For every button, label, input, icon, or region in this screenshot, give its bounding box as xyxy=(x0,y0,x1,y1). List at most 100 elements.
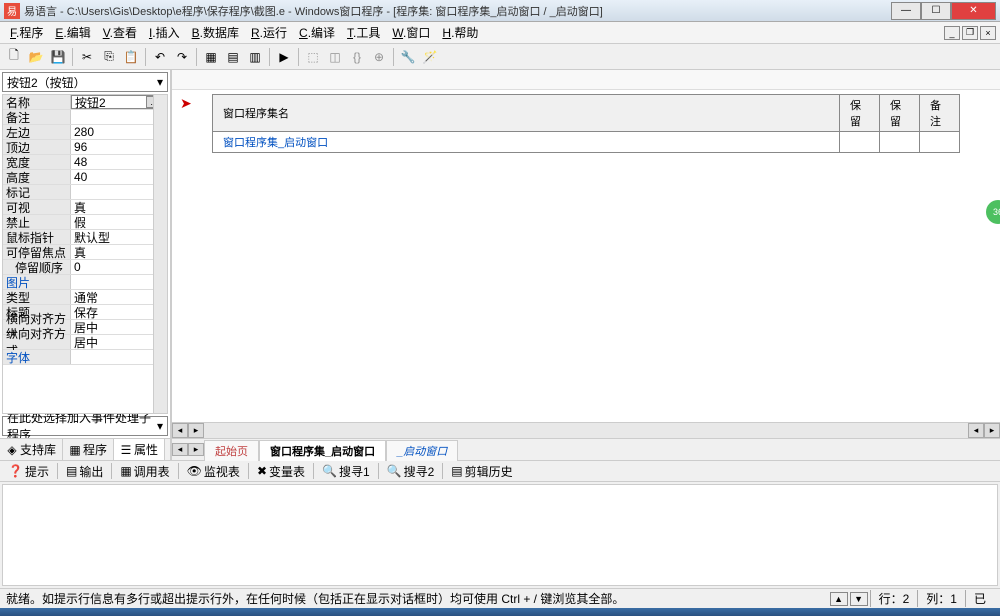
tab-icon: ▦ xyxy=(69,444,81,456)
property-label: 顶边 xyxy=(3,140,71,154)
bottom-tab[interactable]: ▦调用表 xyxy=(116,461,173,482)
menu-item[interactable]: V.查看 xyxy=(97,22,143,43)
bottom-tab[interactable]: 🔍搜寻2 xyxy=(383,461,439,482)
mdi-restore-button[interactable]: ❐ xyxy=(962,26,978,40)
toolbar-button[interactable]: 🔧 xyxy=(398,47,418,67)
bottom-tab[interactable]: 👁监视表 xyxy=(183,461,244,482)
property-label: 可停留焦点 xyxy=(3,245,71,259)
tab-icon: 🔍 xyxy=(387,464,402,478)
table-header: 保 留 xyxy=(840,95,880,132)
property-label: 名称 xyxy=(3,95,71,109)
scroll-left-button[interactable]: ◂ xyxy=(968,423,984,438)
document-tab[interactable]: 起始页 xyxy=(204,440,259,461)
bottom-tab[interactable]: 🔍搜寻1 xyxy=(318,461,374,482)
property-label: 鼠标指针 xyxy=(3,230,71,244)
redo-button[interactable]: ↷ xyxy=(172,47,192,67)
bottom-panel-tabs: ❓提示 ▤输出 ▦调用表 👁监视表 ✖变量表 🔍搜寻1 🔍搜寻2 ▤剪辑历史 xyxy=(0,460,1000,482)
bottom-tab[interactable]: ▤剪辑历史 xyxy=(447,461,516,482)
new-button[interactable]: 🗋 xyxy=(4,47,24,67)
undo-button[interactable]: ↶ xyxy=(150,47,170,67)
toolbar-button[interactable]: {} xyxy=(347,47,367,67)
paste-button[interactable]: 📋 xyxy=(121,47,141,67)
scroll-right-button[interactable]: ▸ xyxy=(984,423,1000,438)
close-button[interactable]: ✕ xyxy=(951,2,996,20)
status-button[interactable]: ▲ xyxy=(830,592,848,606)
bottom-tab[interactable]: ✖变量表 xyxy=(253,461,309,482)
maximize-button[interactable]: ☐ xyxy=(921,2,951,20)
properties-panel: 按钮2（按钮） ▾ 名称按钮2…备注左边280顶边96宽度48高度40标记可视真… xyxy=(0,70,172,460)
tab-icon: ❓ xyxy=(8,464,23,478)
cut-button[interactable]: ✂ xyxy=(77,47,97,67)
toolbar-button[interactable]: ▦ xyxy=(201,47,221,67)
tab-icon: ✖ xyxy=(257,464,267,478)
property-grid[interactable]: 名称按钮2…备注左边280顶边96宽度48高度40标记可视真禁止假鼠标指针默认型… xyxy=(2,94,168,414)
toolbar-separator xyxy=(72,48,73,66)
property-scrollbar[interactable] xyxy=(153,95,167,413)
tab-icon: 🔍 xyxy=(322,464,337,478)
dropdown-arrow-icon: ▾ xyxy=(157,75,163,89)
scroll-right-button[interactable]: ▸ xyxy=(188,423,204,438)
toolbar-button[interactable]: 🪄 xyxy=(420,47,440,67)
property-label: 图片 xyxy=(3,275,71,289)
property-label: 可视 xyxy=(3,200,71,214)
panel-tab[interactable]: ◈支持库 xyxy=(0,439,63,460)
toolbar-button[interactable]: ▥ xyxy=(245,47,265,67)
table-cell[interactable] xyxy=(920,132,960,153)
status-button[interactable]: ▼ xyxy=(850,592,868,606)
main-toolbar: 🗋 📂 💾 ✂ ⎘ 📋 ↶ ↷ ▦ ▤ ▥ ▶ ⬚ ◫ {} ⊕ 🔧 🪄 xyxy=(0,44,1000,70)
toolbar-button[interactable]: ◫ xyxy=(325,47,345,67)
tab-nav-left[interactable]: ◂ xyxy=(172,443,188,456)
toolbar-separator xyxy=(298,48,299,66)
editor-empty-area[interactable] xyxy=(172,157,1000,422)
menu-item[interactable]: E.编辑 xyxy=(49,22,96,43)
scroll-left-button[interactable]: ◂ xyxy=(172,423,188,438)
menu-item[interactable]: H.帮助 xyxy=(436,22,484,43)
cursor-arrow-icon: ➤ xyxy=(180,95,192,112)
document-tab[interactable]: _启动窗口 xyxy=(386,440,458,461)
toolbar-button[interactable]: ▤ xyxy=(223,47,243,67)
menu-item[interactable]: C.编译 xyxy=(293,22,341,43)
tab-icon: ☰ xyxy=(120,444,132,456)
bottom-tab[interactable]: ❓提示 xyxy=(4,461,53,482)
tab-icon: ▤ xyxy=(451,464,462,478)
minimize-button[interactable]: — xyxy=(891,2,921,20)
copy-button[interactable]: ⎘ xyxy=(99,47,119,67)
menu-item[interactable]: F.程序 xyxy=(4,22,49,43)
toolbar-button[interactable]: ⬚ xyxy=(303,47,323,67)
menu-bar: F.程序E.编辑V.查看I.插入B.数据库R.运行C.编译T.工具W.窗口H.帮… xyxy=(0,22,1000,44)
program-set-table[interactable]: 窗口程序集名保 留保 留备 注 窗口程序集_启动窗口 xyxy=(212,94,960,153)
program-set-name[interactable]: 窗口程序集_启动窗口 xyxy=(213,132,840,153)
run-button[interactable]: ▶ xyxy=(274,47,294,67)
property-label: 宽度 xyxy=(3,155,71,169)
bottom-tab[interactable]: ▤输出 xyxy=(62,461,107,482)
scroll-track[interactable] xyxy=(204,423,968,438)
event-selector[interactable]: 在此处选择加入事件处理子程序 ▾ xyxy=(2,416,168,436)
toolbar-separator xyxy=(393,48,394,66)
ruler xyxy=(172,70,1000,90)
table-row[interactable]: 窗口程序集_启动窗口 xyxy=(213,132,960,153)
panel-tab[interactable]: ▦程序 xyxy=(63,439,114,460)
property-row[interactable]: 字体 xyxy=(3,350,167,365)
property-label: 左边 xyxy=(3,125,71,139)
property-label: 字体 xyxy=(3,350,71,364)
table-cell[interactable] xyxy=(880,132,920,153)
output-panel[interactable] xyxy=(2,484,998,586)
tab-icon: 👁 xyxy=(187,464,202,478)
menu-item[interactable]: I.插入 xyxy=(143,22,186,43)
open-button[interactable]: 📂 xyxy=(26,47,46,67)
table-cell[interactable] xyxy=(840,132,880,153)
mdi-minimize-button[interactable]: _ xyxy=(944,26,960,40)
tab-nav-right[interactable]: ▸ xyxy=(188,443,204,456)
object-selector[interactable]: 按钮2（按钮） ▾ xyxy=(2,72,168,92)
menu-item[interactable]: B.数据库 xyxy=(186,22,245,43)
save-button[interactable]: 💾 xyxy=(48,47,68,67)
mdi-close-button[interactable]: × xyxy=(980,26,996,40)
mdi-controls: _ ❐ × xyxy=(944,26,996,40)
menu-item[interactable]: T.工具 xyxy=(341,22,386,43)
menu-item[interactable]: R.运行 xyxy=(245,22,293,43)
panel-tab[interactable]: ☰属性 xyxy=(114,439,165,460)
menu-item[interactable]: W.窗口 xyxy=(386,22,436,43)
horizontal-scrollbar[interactable]: ◂ ▸ ◂ ▸ xyxy=(172,422,1000,438)
toolbar-button[interactable]: ⊕ xyxy=(369,47,389,67)
document-tab[interactable]: 窗口程序集_启动窗口 xyxy=(259,440,386,461)
